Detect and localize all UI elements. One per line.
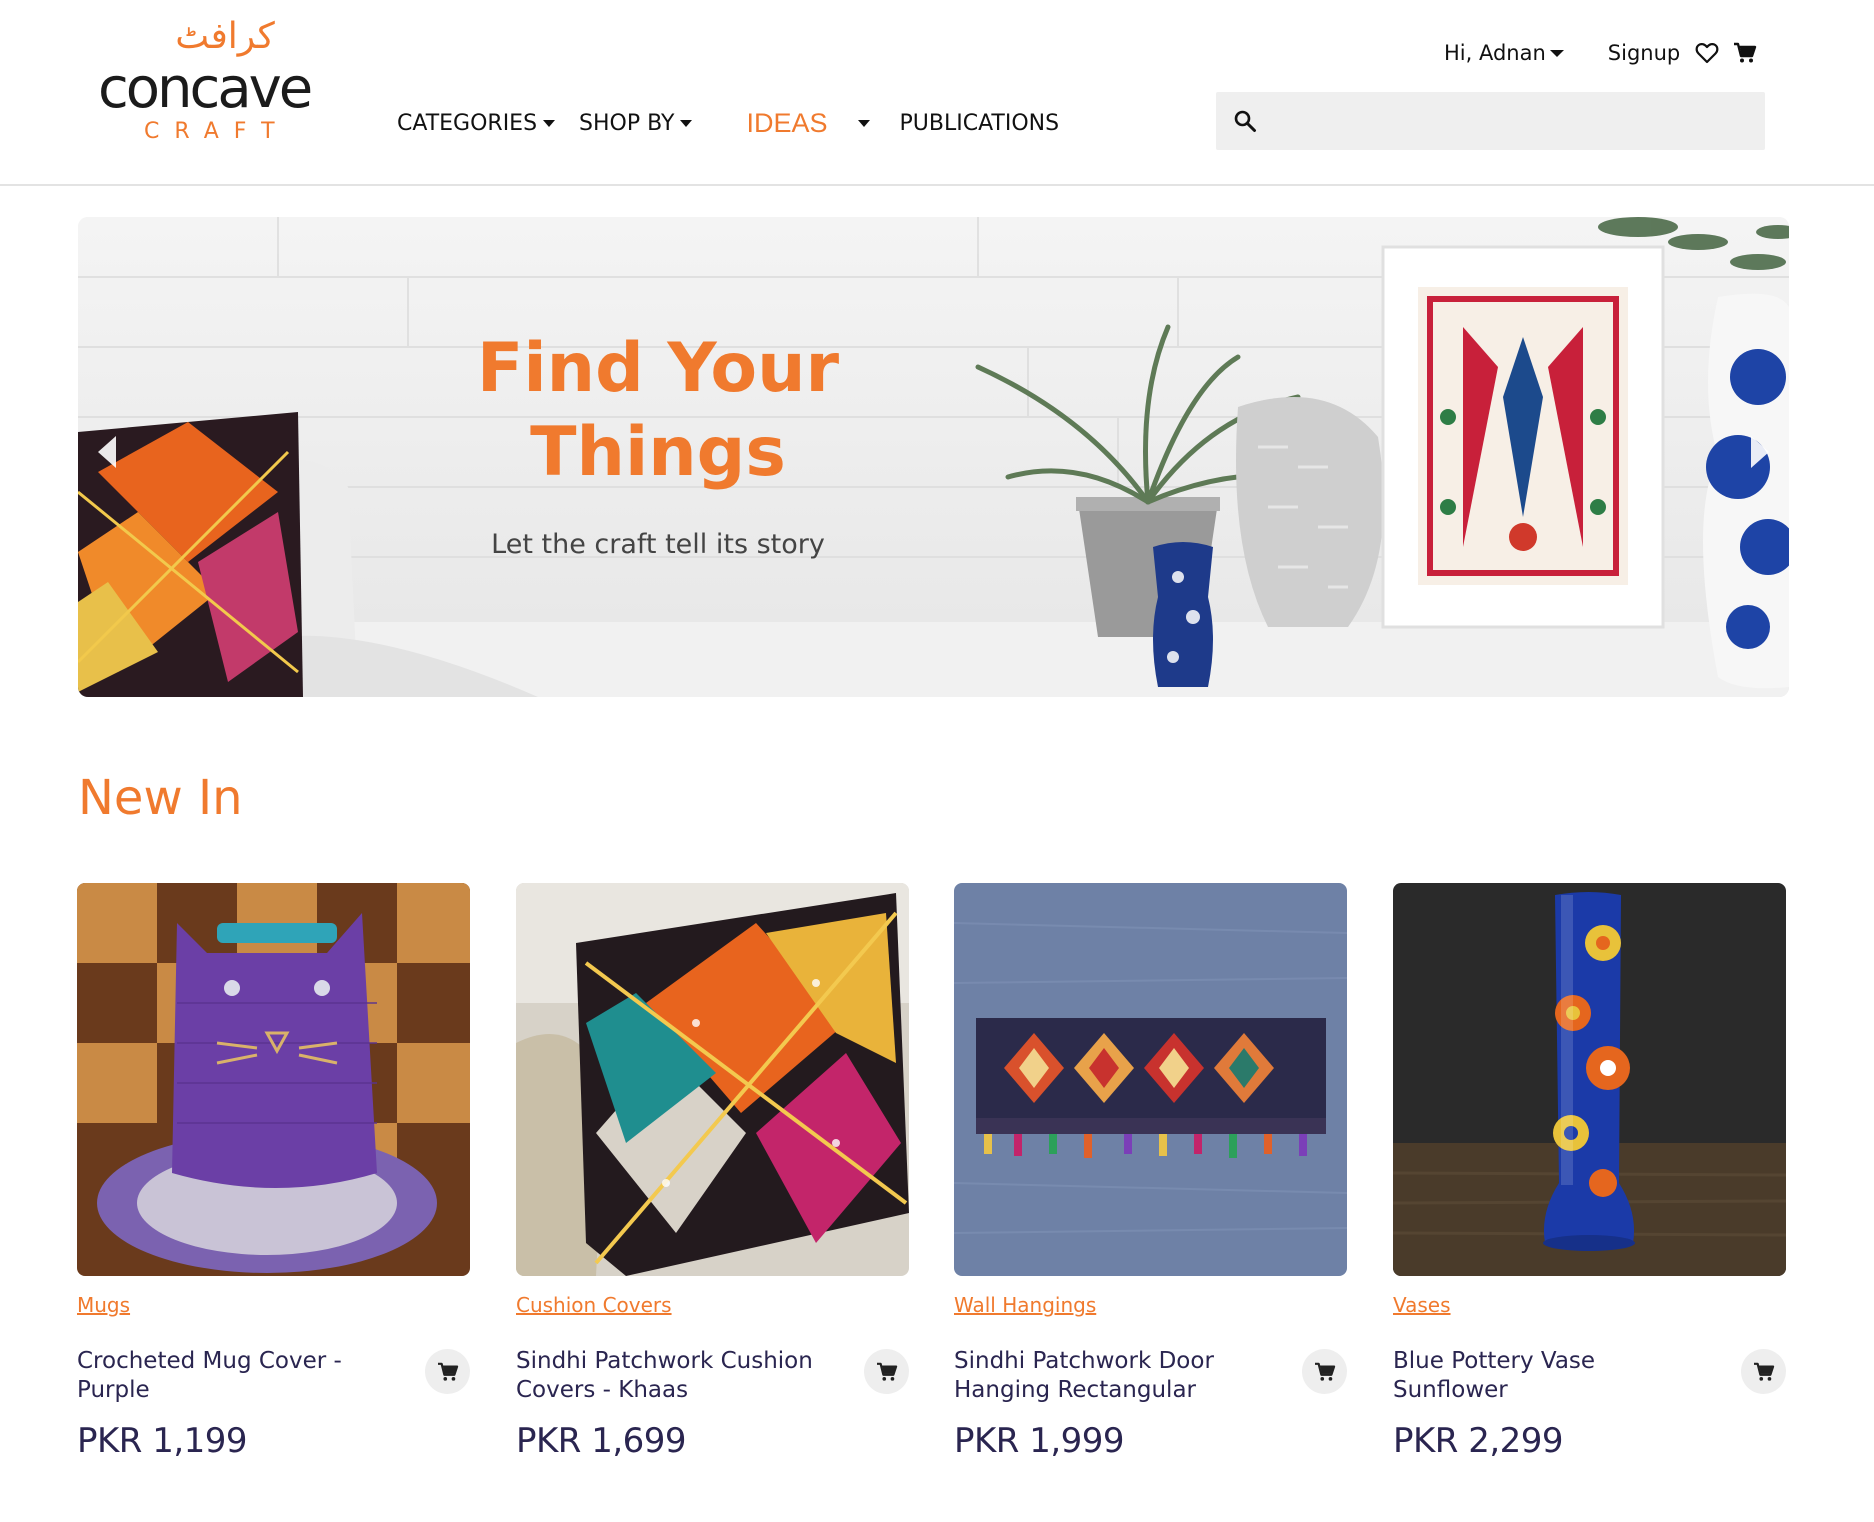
search-bar	[1216, 92, 1765, 150]
chevron-right-icon[interactable]	[1745, 432, 1775, 472]
svg-text:کرافٹ: کرافٹ	[175, 16, 275, 57]
logo-wordmark: concave	[98, 56, 313, 121]
product-category-link[interactable]: Vases	[1393, 1293, 1451, 1317]
user-greeting: Hi, Adnan	[1444, 41, 1546, 65]
user-account-dropdown[interactable]: Hi, Adnan	[1444, 41, 1564, 65]
product-card[interactable]: Vases Blue Pottery Vase Sunflower PKR 2,…	[1393, 883, 1786, 1483]
signup-link[interactable]: Signup	[1608, 41, 1680, 65]
add-to-cart-button[interactable]	[1302, 1349, 1347, 1394]
hero-image	[78, 217, 1789, 697]
nav-shop-by-label: SHOP BY	[579, 110, 675, 136]
cart-icon[interactable]	[1732, 40, 1758, 66]
product-image[interactable]	[954, 883, 1347, 1276]
product-category-link[interactable]: Wall Hangings	[954, 1293, 1096, 1317]
product-grid: Mugs Crocheted Mug Cover - Purple PKR 1,…	[77, 883, 1789, 1483]
product-category-link[interactable]: Cushion Covers	[516, 1293, 672, 1317]
heart-icon[interactable]	[1694, 40, 1720, 66]
add-to-cart-button[interactable]	[425, 1349, 470, 1394]
caret-down-icon	[857, 119, 870, 127]
add-to-cart-icon	[437, 1362, 458, 1381]
caret-down-icon	[680, 119, 693, 127]
product-image[interactable]	[77, 883, 470, 1276]
product-card[interactable]: Cushion Covers Sindhi Patchwork Cushion …	[516, 883, 909, 1483]
product-price: PKR 1,699	[516, 1421, 687, 1461]
product-price: PKR 1,999	[954, 1421, 1125, 1461]
add-to-cart-button[interactable]	[864, 1349, 909, 1394]
hero-title: Find Your Things	[476, 329, 840, 492]
product-name[interactable]: Sindhi Patchwork Cushion Covers - Khaas	[516, 1347, 816, 1405]
search-icon[interactable]	[1230, 106, 1260, 136]
hero-subtitle: Let the craft tell its story	[491, 529, 825, 560]
product-name[interactable]: Sindhi Patchwork Door Hanging Rectangula…	[954, 1347, 1254, 1405]
site-header: کرافٹ concave CRAFT CATEGORIES SHOP BY I…	[0, 0, 1874, 186]
product-name[interactable]: Blue Pottery Vase Sunflower	[1393, 1347, 1693, 1405]
add-to-cart-icon	[1753, 1362, 1774, 1381]
hero-banner[interactable]: Find Your Things Let the craft tell its …	[78, 217, 1789, 697]
product-name[interactable]: Crocheted Mug Cover - Purple	[77, 1347, 377, 1405]
nav-categories[interactable]: CATEGORIES	[397, 106, 556, 140]
nav-publications-label: PUBLICATIONS	[899, 110, 1060, 136]
main-nav: CATEGORIES SHOP BY IDEAS PUBLICATIONS	[397, 106, 1059, 140]
chevron-left-icon[interactable]	[92, 432, 122, 472]
search-input[interactable]	[1260, 92, 1765, 150]
product-price: PKR 2,299	[1393, 1421, 1564, 1461]
user-menu: Hi, Adnan Signup	[1444, 36, 1758, 70]
urdu-logo-text: کرافٹ	[175, 16, 275, 57]
product-price: PKR 1,199	[77, 1421, 248, 1461]
logo-subtitle: CRAFT	[144, 119, 290, 144]
site-logo[interactable]: کرافٹ concave CRAFT	[98, 14, 346, 144]
product-card[interactable]: Wall Hangings Sindhi Patchwork Door Hang…	[954, 883, 1347, 1483]
nav-publications[interactable]: PUBLICATIONS	[900, 106, 1060, 140]
nav-ideas-label: IDEAS	[746, 107, 828, 138]
add-to-cart-icon	[876, 1362, 897, 1381]
product-card[interactable]: Mugs Crocheted Mug Cover - Purple PKR 1,…	[77, 883, 470, 1483]
caret-down-icon	[1549, 49, 1564, 57]
nav-ideas[interactable]: IDEAS	[746, 106, 899, 140]
nav-categories-label: CATEGORIES	[397, 110, 538, 136]
nav-shop-by[interactable]: SHOP BY	[579, 106, 693, 140]
product-image[interactable]	[516, 883, 909, 1276]
add-to-cart-button[interactable]	[1741, 1349, 1786, 1394]
section-title-new-in: New In	[78, 770, 243, 826]
product-category-link[interactable]: Mugs	[77, 1293, 130, 1317]
caret-down-icon	[543, 119, 556, 127]
product-image[interactable]	[1393, 883, 1786, 1276]
add-to-cart-icon	[1314, 1362, 1335, 1381]
